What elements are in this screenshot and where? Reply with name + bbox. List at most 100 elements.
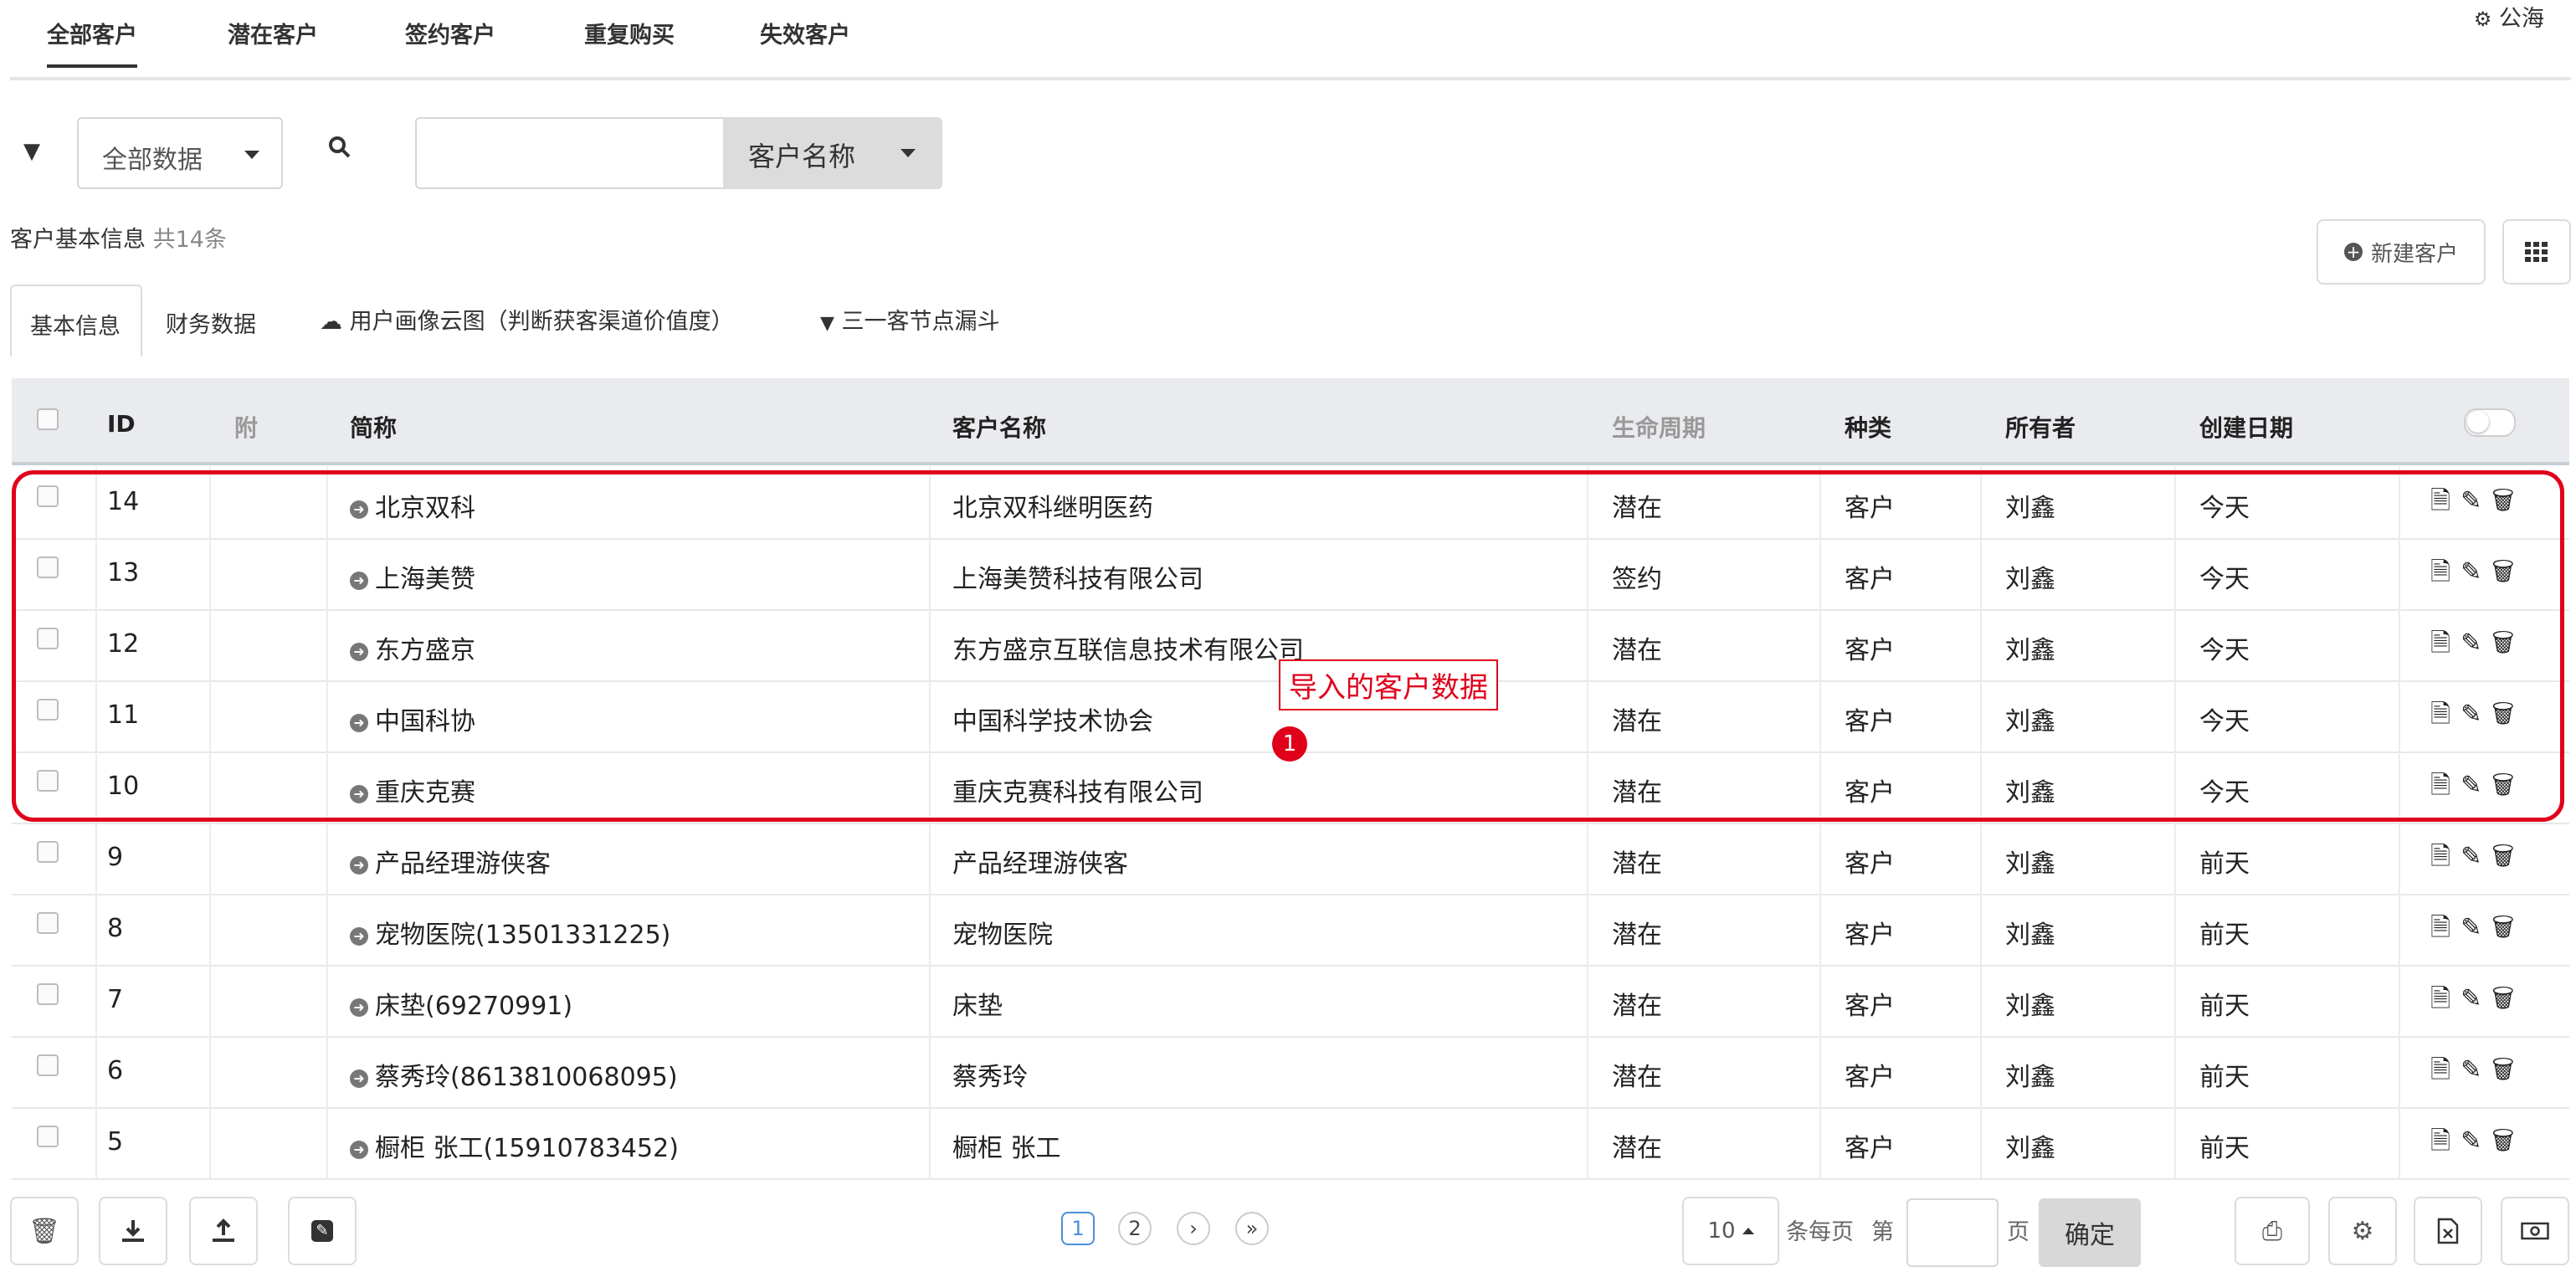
public-pool-link[interactable]: ⚙ 公海	[2474, 0, 2544, 33]
row-short-name[interactable]: ➜ 东方盛京	[350, 629, 475, 666]
document-icon[interactable]: 🗎	[2430, 1055, 2461, 1085]
row-short-name[interactable]: ➜ 重庆克赛	[350, 772, 475, 808]
next-page-button[interactable]: ›	[1177, 1212, 1210, 1245]
column-toggle-switch[interactable]	[2464, 408, 2516, 437]
document-icon[interactable]: 🗎	[2430, 557, 2461, 587]
document-icon[interactable]: 🗎	[2430, 984, 2461, 1013]
select-all-checkbox[interactable]	[37, 408, 59, 430]
row-short-name[interactable]: ➜ 中国科协	[350, 700, 475, 737]
subtab-funnel[interactable]: ▼ 三一客节点漏斗	[820, 303, 1000, 336]
trash-icon[interactable]: 🗑	[2491, 486, 2524, 515]
row-short-name[interactable]: ➜ 蔡秀玲(8613810068095)	[350, 1056, 678, 1093]
pencil-icon[interactable]: ✎	[2461, 913, 2491, 942]
document-icon[interactable]: 🗎	[2430, 913, 2461, 942]
column-settings-button[interactable]	[2502, 219, 2571, 285]
goto-confirm-button[interactable]: 确定	[2039, 1198, 2141, 1267]
pencil-icon[interactable]: ✎	[2461, 771, 2491, 800]
data-scope-select[interactable]: 全部数据	[77, 117, 283, 189]
row-checkbox[interactable]	[37, 699, 59, 721]
export-money-button[interactable]	[2501, 1197, 2569, 1265]
pencil-icon[interactable]: ✎	[2461, 700, 2491, 729]
tab-invalid-customers[interactable]: 失效客户	[760, 17, 850, 49]
print-button[interactable]: ⎙	[2235, 1197, 2310, 1265]
search-field-select[interactable]: 客户名称	[723, 117, 942, 189]
page-size-select[interactable]: 10	[1682, 1197, 1779, 1265]
trash-icon[interactable]: 🗑	[2491, 1055, 2524, 1085]
new-customer-button[interactable]: + 新建客户	[2317, 219, 2486, 285]
tab-repeat-purchase[interactable]: 重复购买	[584, 17, 675, 49]
row-checkbox[interactable]	[37, 1126, 59, 1147]
tab-all-customers[interactable]: 全部客户	[47, 17, 137, 68]
download-button[interactable]	[99, 1197, 167, 1265]
col-attachment[interactable]: 附	[234, 410, 258, 444]
table-row[interactable]: 8 ➜ 宠物医院(13501331225) 宠物医院 潜在 客户 刘鑫 前天 🗎✎🗑	[12, 894, 2569, 967]
trash-icon[interactable]: 🗑	[2491, 628, 2524, 658]
pencil-icon[interactable]: ✎	[2461, 557, 2491, 587]
tab-potential-customers[interactable]: 潜在客户	[228, 17, 318, 49]
trash-icon[interactable]: 🗑	[2491, 1126, 2524, 1156]
upload-button[interactable]	[189, 1197, 258, 1265]
row-short-name[interactable]: ➜ 北京双科	[350, 487, 475, 524]
row-checkbox[interactable]	[37, 912, 59, 934]
table-row[interactable]: 6 ➜ 蔡秀玲(8613810068095) 蔡秀玲 潜在 客户 刘鑫 前天 🗎✎🗑	[12, 1036, 2569, 1109]
page-1-button[interactable]: 1	[1061, 1212, 1095, 1245]
trash-icon[interactable]: 🗑	[2491, 984, 2524, 1013]
trash-icon[interactable]: 🗑	[2491, 913, 2524, 942]
trash-icon[interactable]: 🗑	[2491, 842, 2524, 871]
trash-icon[interactable]: 🗑	[2491, 771, 2524, 800]
row-short-name[interactable]: ➜ 宠物医院(13501331225)	[350, 914, 670, 951]
row-short-name[interactable]: ➜ 橱柜 张工(15910783452)	[350, 1127, 679, 1164]
last-page-button[interactable]: »	[1235, 1212, 1269, 1245]
row-checkbox[interactable]	[37, 983, 59, 1005]
subtab-basic-info[interactable]: 基本信息	[10, 285, 142, 356]
pencil-icon[interactable]: ✎	[2461, 984, 2491, 1013]
settings-button[interactable]: ⚙	[2328, 1197, 2397, 1265]
delete-button[interactable]: 🗑	[10, 1197, 79, 1265]
document-icon[interactable]: 🗎	[2430, 628, 2461, 658]
table-row[interactable]: 9 ➜ 产品经理游侠客 产品经理游侠客 潜在 客户 刘鑫 前天 🗎✎🗑	[12, 823, 2569, 895]
subtab-user-portrait[interactable]: ☁ 用户画像云图（判断获客渠道价值度）	[320, 303, 734, 336]
pencil-icon[interactable]: ✎	[2461, 1126, 2491, 1156]
table-row[interactable]: 7 ➜ 床垫(69270991) 床垫 潜在 客户 刘鑫 前天 🗎✎🗑	[12, 965, 2569, 1038]
document-icon[interactable]: 🗎	[2430, 771, 2461, 800]
row-checkbox[interactable]	[37, 770, 59, 792]
table-row[interactable]: 13 ➜ 上海美赞 上海美赞科技有限公司 签约 客户 刘鑫 今天 🗎✎🗑	[12, 538, 2569, 611]
col-type[interactable]: 种类	[1845, 410, 1891, 444]
row-checkbox[interactable]	[37, 841, 59, 863]
tab-signed-customers[interactable]: 签约客户	[405, 17, 495, 49]
col-created-date[interactable]: 创建日期	[2199, 410, 2293, 444]
pencil-icon[interactable]: ✎	[2461, 1055, 2491, 1085]
search-input[interactable]	[415, 117, 725, 189]
table-row[interactable]: 5 ➜ 橱柜 张工(15910783452) 橱柜 张工 潜在 客户 刘鑫 前天 🗎✎🗑	[12, 1107, 2569, 1180]
document-icon[interactable]: 🗎	[2430, 486, 2461, 515]
row-short-name[interactable]: ➜ 产品经理游侠客	[350, 843, 551, 880]
filter-icon[interactable]: ▼	[23, 139, 40, 164]
row-checkbox[interactable]	[37, 628, 59, 649]
row-short-name[interactable]: ➜ 床垫(69270991)	[350, 985, 572, 1022]
search-icon[interactable]	[328, 136, 352, 165]
document-icon[interactable]: 🗎	[2430, 842, 2461, 871]
row-checkbox[interactable]	[37, 556, 59, 578]
trash-icon[interactable]: 🗑	[2491, 700, 2524, 729]
col-customer-name[interactable]: 客户名称	[952, 410, 1046, 444]
table-row[interactable]: 10 ➜ 重庆克赛 重庆克赛科技有限公司 潜在 客户 刘鑫 今天 🗎✎🗑	[12, 751, 2569, 824]
edit-batch-button[interactable]: ✎	[288, 1197, 357, 1265]
pencil-icon[interactable]: ✎	[2461, 842, 2491, 871]
page-2-button[interactable]: 2	[1118, 1212, 1152, 1245]
trash-icon[interactable]: 🗑	[2491, 557, 2524, 587]
col-owner[interactable]: 所有者	[2005, 410, 2076, 444]
table-row[interactable]: 14 ➜ 北京双科 北京双科继明医药 潜在 客户 刘鑫 今天 🗎✎🗑	[12, 467, 2569, 540]
col-id[interactable]: ID	[107, 410, 136, 438]
goto-page-input[interactable]	[1906, 1198, 1999, 1267]
row-checkbox[interactable]	[37, 1054, 59, 1076]
col-lifecycle[interactable]: 生命周期	[1612, 410, 1706, 444]
row-short-name[interactable]: ➜ 上海美赞	[350, 558, 475, 595]
pencil-icon[interactable]: ✎	[2461, 628, 2491, 658]
document-icon[interactable]: 🗎	[2430, 700, 2461, 729]
export-excel-button[interactable]	[2414, 1197, 2482, 1265]
document-icon[interactable]: 🗎	[2430, 1126, 2461, 1156]
row-checkbox[interactable]	[37, 485, 59, 507]
col-short-name[interactable]: 简称	[350, 410, 397, 444]
pencil-icon[interactable]: ✎	[2461, 486, 2491, 515]
subtab-financial-data[interactable]: 财务数据	[166, 306, 256, 339]
